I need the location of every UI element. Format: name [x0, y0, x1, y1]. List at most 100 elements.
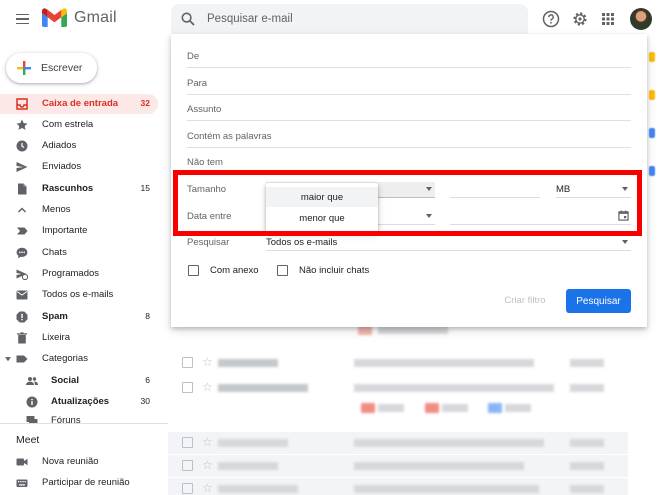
sidebar-item-chats[interactable]: Chats	[0, 243, 158, 263]
sidebar-item-label: Menos	[42, 204, 71, 215]
field-has-words[interactable]: Contém as palavras	[187, 126, 631, 148]
calendar-icon[interactable]	[649, 128, 655, 138]
contacts-icon[interactable]	[649, 166, 655, 176]
important-icon	[17, 227, 28, 235]
sidebar-item-join-meeting[interactable]: Participar de reunião	[0, 473, 158, 493]
sidebar-item-label: Fóruns	[51, 415, 81, 423]
row-checkbox[interactable]	[182, 357, 193, 368]
gmail-m-icon	[42, 8, 67, 27]
gmail-logo[interactable]: Gmail	[42, 8, 117, 27]
tasks-icon[interactable]	[649, 90, 655, 100]
apps-icon[interactable]	[599, 10, 617, 28]
menu-icon[interactable]	[12, 9, 32, 29]
search-button[interactable]: Pesquisar	[566, 289, 631, 313]
sidebar-item-social[interactable]: Social 6	[0, 371, 158, 391]
table-row[interactable]: ☆	[168, 455, 628, 477]
search-in-value: Todos os e-mails	[266, 237, 338, 248]
field-label: De	[187, 51, 200, 62]
trash-icon	[17, 332, 27, 344]
sidebar-item-inbox[interactable]: Caixa de entrada 32	[0, 94, 158, 114]
sidebar-item-trash[interactable]: Lixeira	[0, 328, 158, 348]
blurred-date	[570, 384, 604, 392]
sidebar-item-categories[interactable]: Categorias	[0, 349, 158, 369]
settings-icon[interactable]	[571, 10, 589, 28]
sidebar-item-label: Enviados	[42, 161, 82, 172]
sidebar-item-all-mail[interactable]: Todos os e-mails	[0, 285, 158, 305]
menu-item-less-than[interactable]: menor que	[266, 208, 378, 228]
sidebar-item-label: Com estrela	[42, 119, 94, 130]
chat-icon	[16, 247, 28, 259]
row-checkbox[interactable]	[182, 437, 193, 448]
avatar[interactable]	[630, 8, 652, 30]
search-icon[interactable]	[181, 12, 195, 26]
sidebar-item-scheduled[interactable]: Programados	[0, 264, 158, 284]
table-row[interactable]: ☆	[168, 432, 628, 454]
row-checkbox[interactable]	[182, 382, 193, 393]
size-options-menu: maior que menor que	[266, 183, 378, 232]
size-unit-select[interactable]: MB	[556, 182, 631, 198]
star-icon[interactable]: ☆	[202, 459, 213, 471]
video-icon	[16, 458, 28, 466]
app-title: Gmail	[74, 8, 117, 26]
sidebar-item-snoozed[interactable]: Adiados	[0, 136, 158, 156]
create-filter-button[interactable]: Criar filtro	[494, 289, 556, 311]
sidebar-item-forums[interactable]: Fóruns	[0, 411, 158, 423]
table-row[interactable]: ☆	[168, 377, 628, 399]
size-value-input[interactable]	[450, 182, 540, 198]
row-checkbox[interactable]	[182, 483, 193, 494]
field-from[interactable]: De	[187, 46, 631, 68]
calendar-icon[interactable]	[618, 210, 629, 221]
star-icon[interactable]: ☆	[202, 381, 213, 393]
sidebar-item-less[interactable]: Menos	[0, 200, 158, 220]
date-input[interactable]	[450, 209, 631, 225]
field-label: Não tem	[187, 157, 223, 168]
menu-item-greater-than[interactable]: maior que	[266, 187, 378, 207]
sidebar-item-label: Todos os e-mails	[42, 289, 114, 300]
sidebar-item-label: Atualizações	[51, 396, 110, 407]
draft-icon	[18, 183, 27, 195]
blurred-text	[442, 404, 468, 412]
exclude-chats-checkbox[interactable]	[277, 265, 288, 276]
field-to[interactable]: Para	[187, 73, 631, 95]
inbox-icon	[16, 98, 28, 110]
star-icon[interactable]: ☆	[202, 482, 213, 494]
chevron-up-icon	[17, 207, 27, 213]
blurred-chip	[488, 403, 502, 413]
help-icon[interactable]	[542, 10, 560, 28]
advanced-search-panel: De Para Assunto Contém as palavras Não t…	[171, 34, 647, 327]
blurred-text	[505, 404, 531, 412]
field-subject[interactable]: Assunto	[187, 99, 631, 121]
blurred-subject	[354, 384, 554, 392]
sidebar-item-label: Social	[51, 375, 79, 386]
star-icon[interactable]: ☆	[202, 436, 213, 448]
search-in-select[interactable]: Todos os e-mails	[266, 235, 631, 251]
sidebar-item-starred[interactable]: Com estrela	[0, 115, 158, 135]
has-attachment-checkbox[interactable]	[188, 265, 199, 276]
blurred-date	[570, 439, 604, 447]
sidebar-item-important[interactable]: Importante	[0, 221, 158, 241]
caret-down-icon[interactable]	[5, 356, 11, 362]
sidebar-item-updates[interactable]: Atualizações 30	[0, 392, 158, 412]
compose-button[interactable]: Escrever	[6, 53, 97, 83]
sidebar-divider	[0, 423, 168, 424]
table-row[interactable]: ☆	[168, 478, 628, 495]
field-search-in: Pesquisar Todos os e-mails	[187, 232, 631, 254]
sidebar-item-drafts[interactable]: Rascunhos 15	[0, 179, 158, 199]
field-label: Para	[187, 78, 208, 89]
keep-icon[interactable]	[649, 52, 655, 62]
sidebar-item-spam[interactable]: Spam 8	[0, 307, 158, 327]
compose-label: Escrever	[41, 62, 83, 74]
star-icon[interactable]: ☆	[202, 356, 213, 368]
row-checkbox[interactable]	[182, 460, 193, 471]
sidebar-item-label: Categorias	[42, 353, 88, 364]
people-icon	[26, 377, 38, 385]
field-not-have[interactable]: Não tem	[187, 152, 631, 174]
label-icon	[16, 355, 28, 363]
search-input[interactable]	[207, 11, 507, 27]
has-attachment-label: Com anexo	[210, 265, 259, 276]
table-row[interactable]: ☆	[168, 352, 628, 374]
sidebar-item-new-meeting[interactable]: Nova reunião	[0, 452, 158, 472]
field-label: Contém as palavras	[187, 131, 272, 142]
search-bar[interactable]	[171, 4, 528, 34]
sidebar-item-sent[interactable]: Enviados	[0, 157, 158, 177]
